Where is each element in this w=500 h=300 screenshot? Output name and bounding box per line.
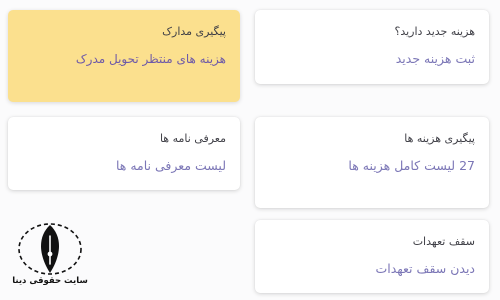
card-expense-tracking[interactable]: پیگیری هزینه ها 27 لیست کامل هزینه ها [255,117,489,208]
card-title: پیگیری هزینه ها [404,132,475,145]
card-title: سقف تعهدات [412,235,475,248]
expense-list-link[interactable]: 27 لیست کامل هزینه ها [267,156,475,175]
new-expense-link[interactable]: ثبت هزینه جدید [267,49,475,68]
fountain-pen-nib-icon [18,223,82,275]
watermark-caption: سایت حقوقی دینا [12,276,88,286]
card-introduction-letters[interactable]: معرفی نامه ها لیست معرفی نامه ها [8,117,240,190]
card-new-expense[interactable]: هزینه جدید دارید؟ ثبت هزینه جدید [255,10,489,84]
card-title: هزینه جدید دارید؟ [394,25,476,38]
commitment-limit-link[interactable]: دیدن سقف تعهدات [267,259,475,278]
card-title: پیگیری مدارک [162,25,226,38]
card-documents-tracking[interactable]: پیگیری مدارک هزینه های منتظر تحویل مدرک [8,10,240,102]
introduction-letters-link[interactable]: لیست معرفی نامه ها [20,156,226,175]
pending-documents-link[interactable]: هزینه های منتظر تحویل مدرک [20,50,226,69]
watermark-logo: سایت حقوقی دینا [8,222,92,292]
card-commitment-limit[interactable]: سقف تعهدات دیدن سقف تعهدات [255,220,489,293]
card-title: معرفی نامه ها [159,132,226,145]
